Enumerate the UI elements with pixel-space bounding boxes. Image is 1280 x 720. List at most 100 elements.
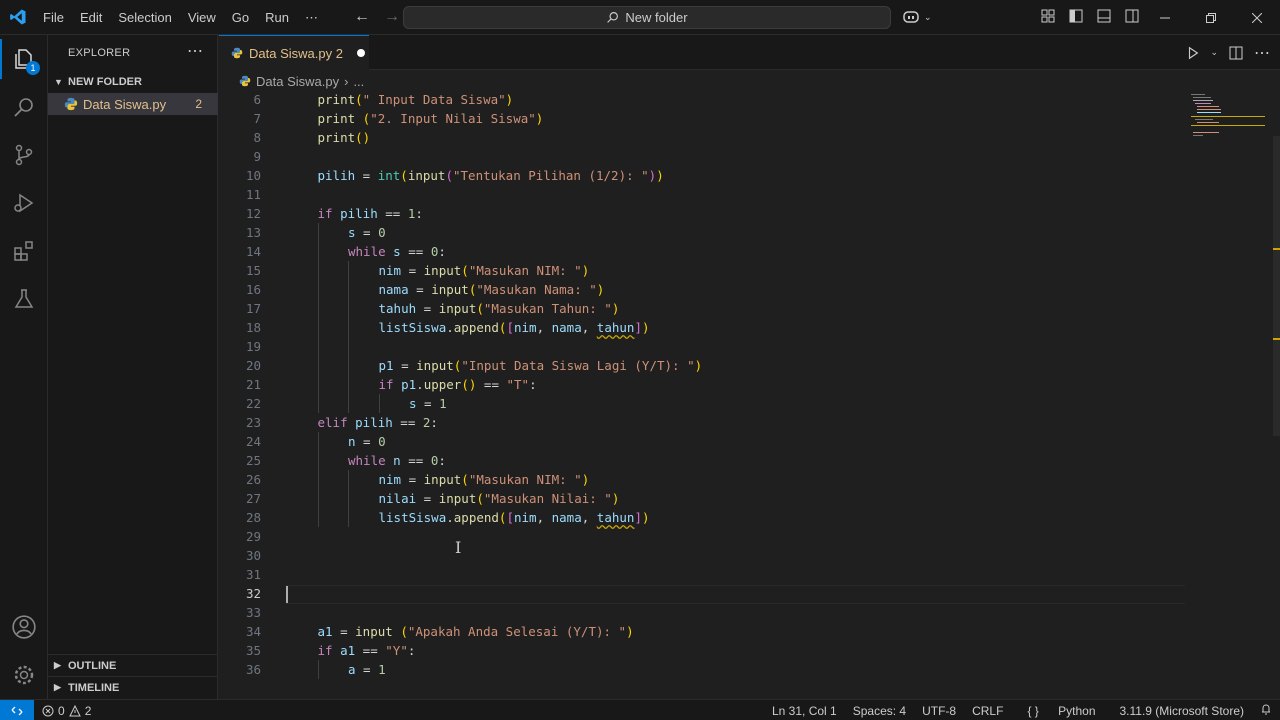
- indentation[interactable]: Spaces: 4: [845, 704, 914, 718]
- indent-guide: [317, 318, 319, 337]
- code-line[interactable]: 6 print(" Input Data Siswa"): [219, 92, 1199, 109]
- run-python-icon[interactable]: [1186, 46, 1200, 60]
- indent-guide: [317, 223, 319, 242]
- code-text: pilih = int(input("Tentukan Pilihan (1/2…: [317, 168, 664, 183]
- code-line[interactable]: 17 tahuh = input("Masukan Tahun: "): [219, 299, 1199, 318]
- code-line[interactable]: 34 a1 = input ("Apakah Anda Selesai (Y/T)…: [219, 622, 1199, 641]
- explorer-badge: 1: [26, 61, 40, 75]
- tab-data-siswa[interactable]: Data Siswa.py 2: [219, 35, 369, 70]
- chevron-down-icon[interactable]: ⌄: [1210, 47, 1218, 58]
- explorer-icon[interactable]: 1: [0, 35, 48, 83]
- code-line[interactable]: 26 nim = input("Masukan NIM: "): [219, 470, 1199, 489]
- problems-indicator[interactable]: 0 2: [42, 700, 91, 720]
- code-line[interactable]: 29: [219, 527, 1199, 546]
- close-icon[interactable]: [1234, 0, 1280, 35]
- back-arrow-icon[interactable]: ←: [354, 8, 370, 26]
- encoding[interactable]: UTF-8: [914, 704, 964, 718]
- breadcrumb-more[interactable]: ...: [353, 74, 364, 89]
- source-control-icon[interactable]: [0, 131, 48, 179]
- code-line[interactable]: 24 n = 0: [219, 432, 1199, 451]
- code-line[interactable]: 23 elif pilih == 2:: [219, 413, 1199, 432]
- code-line[interactable]: 8 print(): [219, 128, 1199, 147]
- split-editor-icon[interactable]: [1228, 45, 1244, 61]
- settings-gear-icon[interactable]: [0, 651, 48, 699]
- menu-file[interactable]: File: [35, 0, 72, 35]
- code-line[interactable]: 10 pilih = int(input("Tentukan Pilihan (1…: [219, 166, 1199, 185]
- more-actions-icon[interactable]: ⋯: [1254, 43, 1270, 63]
- code-line[interactable]: 30: [219, 546, 1199, 565]
- command-center-search[interactable]: New folder: [403, 6, 891, 29]
- vertical-scrollbar[interactable]: [1273, 136, 1280, 436]
- code-text: elif pilih == 2:: [317, 415, 438, 430]
- customize-layout-icon[interactable]: [1040, 8, 1056, 24]
- search-icon[interactable]: [0, 83, 48, 131]
- code-line[interactable]: 13 s = 0: [219, 223, 1199, 242]
- menu-run[interactable]: Run: [257, 0, 297, 35]
- code-line[interactable]: 25 while n == 0:: [219, 451, 1199, 470]
- code-text: nama = input("Masukan Nama: "): [378, 282, 605, 297]
- line-number: 6: [253, 92, 261, 107]
- timeline-section[interactable]: ▶ TIMELINE: [48, 676, 218, 698]
- toggle-primary-sidebar-icon[interactable]: [1068, 8, 1084, 24]
- code-line[interactable]: 16 nama = input("Masukan Nama: "): [219, 280, 1199, 299]
- minimize-icon[interactable]: [1142, 0, 1188, 35]
- warning-marker: [1273, 248, 1280, 250]
- line-number: 34: [245, 624, 261, 639]
- toggle-panel-icon[interactable]: [1096, 8, 1112, 24]
- minimap[interactable]: [1189, 92, 1269, 152]
- code-line[interactable]: 15 nim = input("Masukan NIM: "): [219, 261, 1199, 280]
- menu-go[interactable]: Go: [224, 0, 257, 35]
- copilot-button[interactable]: ⌄: [902, 9, 932, 25]
- toggle-secondary-sidebar-icon[interactable]: [1124, 8, 1140, 24]
- code-line[interactable]: 20 p1 = input("Input Data Siswa Lagi (Y/T…: [219, 356, 1199, 375]
- unsaved-dot-icon[interactable]: [356, 49, 365, 57]
- line-number: 36: [245, 662, 261, 677]
- notifications-bell-icon[interactable]: [1252, 703, 1280, 718]
- indent-guide: [348, 261, 349, 280]
- line-number: 9: [253, 149, 261, 164]
- code-line[interactable]: 35 if a1 == "Y":: [219, 641, 1199, 660]
- restore-icon[interactable]: [1188, 0, 1234, 35]
- more-actions-icon[interactable]: ⋯: [187, 41, 203, 61]
- file-item-data-siswa[interactable]: Data Siswa.py 2: [48, 93, 218, 115]
- code-line[interactable]: 31: [219, 565, 1199, 584]
- code-editor[interactable]: I 6 print(" Input Data Siswa") 7 print ("2.…: [219, 92, 1280, 699]
- testing-flask-icon[interactable]: [0, 275, 48, 323]
- code-line[interactable]: 21 if p1.upper() == "T":: [219, 375, 1199, 394]
- line-number: 17: [245, 301, 261, 316]
- code-line[interactable]: 36 a = 1: [219, 660, 1199, 679]
- folder-new-folder[interactable]: ▼ NEW FOLDER: [48, 71, 218, 93]
- code-line[interactable]: 18 listSiswa.append([nim, nama, tahun]): [219, 318, 1199, 337]
- run-debug-icon[interactable]: [0, 179, 48, 227]
- code-line[interactable]: 14 while s == 0:: [219, 242, 1199, 261]
- code-line[interactable]: 9: [219, 147, 1199, 166]
- end-of-line[interactable]: CRLF: [964, 704, 1011, 718]
- outline-section[interactable]: ▶ OUTLINE: [48, 654, 218, 676]
- code-line[interactable]: 32: [219, 584, 1199, 603]
- code-line[interactable]: 33: [219, 603, 1199, 622]
- language-mode[interactable]: { } Python: [1011, 704, 1111, 718]
- menu-more-icon[interactable]: ⋯: [297, 0, 326, 35]
- activity-bar: 1: [0, 35, 48, 699]
- menu-edit[interactable]: Edit: [72, 0, 110, 35]
- menu-view[interactable]: View: [180, 0, 224, 35]
- code-line[interactable]: 19: [219, 337, 1199, 356]
- line-number: 21: [245, 377, 261, 392]
- code-line[interactable]: 27 nilai = input("Masukan Nilai: "): [219, 489, 1199, 508]
- menu-selection[interactable]: Selection: [110, 0, 179, 35]
- breadcrumb-file[interactable]: Data Siswa.py: [256, 74, 339, 89]
- account-icon[interactable]: [0, 603, 48, 651]
- python-interpreter[interactable]: 3.11.9 (Microsoft Store): [1112, 704, 1253, 718]
- code-line[interactable]: 28 listSiswa.append([nim, nama, tahun]): [219, 508, 1199, 527]
- cursor-position[interactable]: Ln 31, Col 1: [764, 704, 845, 718]
- code-line[interactable]: 7 print ("2. Input Nilai Siswa"): [219, 109, 1199, 128]
- forward-arrow-icon[interactable]: →: [384, 8, 400, 26]
- remote-window-icon[interactable]: [0, 700, 34, 720]
- indent-guide: [348, 508, 349, 527]
- extensions-icon[interactable]: [0, 227, 48, 275]
- indent-guide: [317, 280, 319, 299]
- code-line[interactable]: 11: [219, 185, 1199, 204]
- code-text: nilai = input("Masukan Nilai: "): [378, 491, 620, 506]
- code-line[interactable]: 12 if pilih == 1:: [219, 204, 1199, 223]
- code-line[interactable]: 22 s = 1: [219, 394, 1199, 413]
